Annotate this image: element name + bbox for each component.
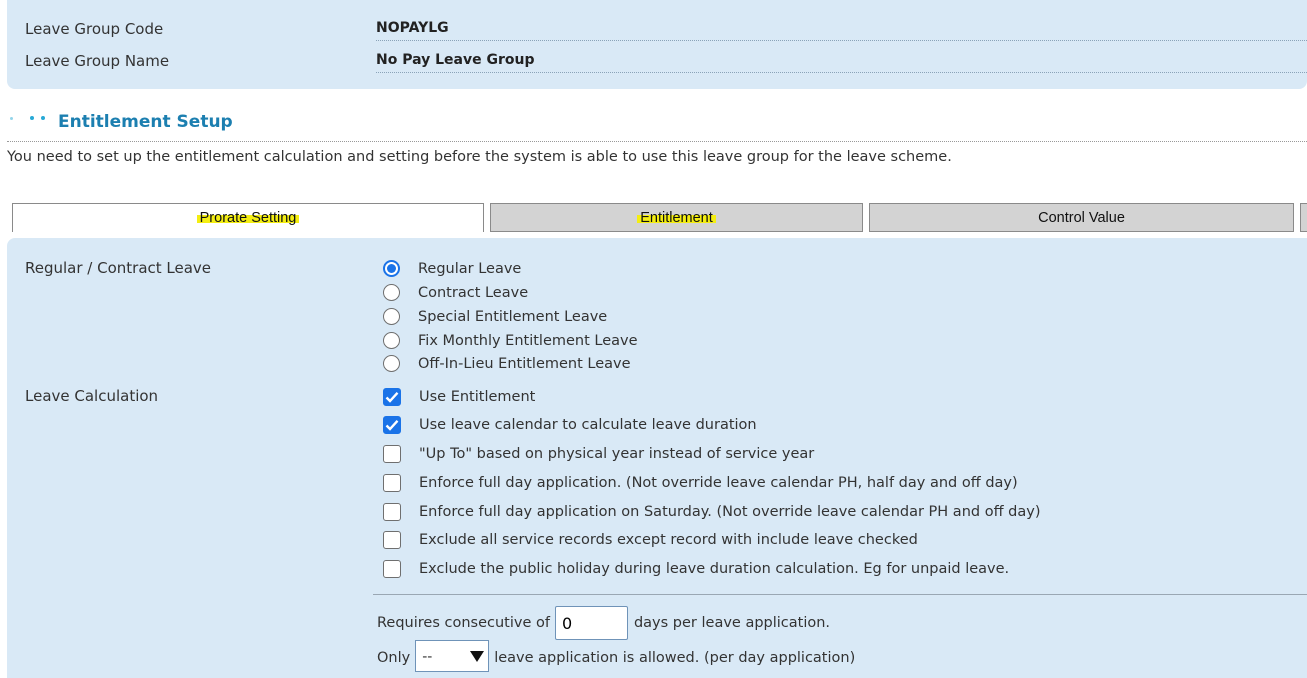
group-name-label: Leave Group Name bbox=[25, 52, 170, 70]
only-prefix: Only bbox=[377, 650, 411, 666]
checkbox-up-to-physical-year[interactable]: "Up To" based on physical year instead o… bbox=[383, 445, 814, 463]
radio-unselected-icon[interactable] bbox=[383, 308, 400, 325]
tab-label: Entitlement bbox=[637, 209, 716, 226]
checkbox-label: "Up To" based on physical year instead o… bbox=[419, 446, 815, 462]
checkbox-label: Use leave calendar to calculate leave du… bbox=[419, 417, 757, 433]
checkbox-checked-icon[interactable] bbox=[383, 388, 401, 406]
radio-special-entitlement-leave[interactable]: Special Entitlement Leave bbox=[383, 308, 607, 325]
tab-overflow[interactable] bbox=[1300, 203, 1307, 232]
radio-label: Contract Leave bbox=[418, 284, 529, 301]
radio-unselected-icon[interactable] bbox=[383, 355, 400, 372]
section-divider bbox=[7, 141, 1307, 142]
checkbox-label: Use Entitlement bbox=[419, 389, 536, 405]
section-title: Entitlement Setup bbox=[58, 112, 233, 132]
radio-contract-leave[interactable]: Contract Leave bbox=[383, 284, 528, 301]
checkbox-unchecked-icon[interactable] bbox=[383, 531, 401, 549]
select-value: -- bbox=[422, 649, 433, 665]
radio-off-in-lieu-entitlement-leave[interactable]: Off-In-Lieu Entitlement Leave bbox=[383, 355, 631, 372]
group-code-label: Leave Group Code bbox=[25, 20, 164, 38]
radio-label: Regular Leave bbox=[418, 260, 522, 277]
checkbox-label: Enforce full day application. (Not overr… bbox=[419, 475, 1018, 491]
checkbox-use-entitlement[interactable]: Use Entitlement bbox=[383, 388, 535, 406]
regular-contract-label: Regular / Contract Leave bbox=[25, 259, 212, 277]
checkbox-exclude-service-records[interactable]: Exclude all service records except recor… bbox=[383, 531, 918, 549]
leave-group-header: Leave Group Code NOPAYLG Leave Group Nam… bbox=[7, 0, 1307, 89]
only-suffix: leave application is allowed. (per day a… bbox=[494, 650, 856, 666]
tab-label: Prorate Setting bbox=[196, 210, 300, 226]
checkbox-use-leave-calendar[interactable]: Use leave calendar to calculate leave du… bbox=[383, 416, 757, 434]
only-application-row: Only -- leave application is allowed. (p… bbox=[377, 640, 855, 672]
radio-label: Off-In-Lieu Entitlement Leave bbox=[418, 355, 631, 372]
radio-unselected-icon[interactable] bbox=[383, 332, 400, 349]
checkbox-label: Enforce full day application on Saturday… bbox=[419, 504, 1041, 520]
checkbox-unchecked-icon[interactable] bbox=[383, 474, 401, 492]
tab-control-value[interactable]: Control Value bbox=[869, 203, 1294, 232]
checkbox-unchecked-icon[interactable] bbox=[383, 445, 401, 463]
radio-label: Special Entitlement Leave bbox=[418, 308, 608, 325]
consecutive-days-input[interactable] bbox=[554, 606, 628, 640]
radio-regular-leave[interactable]: Regular Leave bbox=[383, 260, 521, 277]
group-name-value: No Pay Leave Group bbox=[376, 52, 1307, 73]
radio-label: Fix Monthly Entitlement Leave bbox=[418, 332, 638, 349]
leave-application-count-select[interactable]: -- bbox=[415, 640, 490, 672]
checkbox-label: Exclude the public holiday during leave … bbox=[419, 561, 1010, 577]
checkbox-checked-icon[interactable] bbox=[383, 416, 401, 434]
checkbox-unchecked-icon[interactable] bbox=[383, 560, 401, 578]
checkbox-exclude-public-holiday[interactable]: Exclude the public holiday during leave … bbox=[383, 560, 1009, 578]
dropdown-arrow-icon bbox=[470, 651, 485, 662]
options-divider bbox=[373, 594, 1307, 595]
leave-calculation-label: Leave Calculation bbox=[25, 387, 159, 405]
checkbox-enforce-full-day-saturday[interactable]: Enforce full day application on Saturday… bbox=[383, 503, 1041, 521]
checkbox-unchecked-icon[interactable] bbox=[383, 503, 401, 521]
group-code-value: NOPAYLG bbox=[376, 20, 1307, 41]
radio-unselected-icon[interactable] bbox=[383, 284, 400, 301]
checkbox-enforce-full-day[interactable]: Enforce full day application. (Not overr… bbox=[383, 474, 1018, 492]
tab-label: Control Value bbox=[1038, 209, 1125, 226]
consecutive-suffix: days per leave application. bbox=[633, 615, 831, 631]
consecutive-prefix: Requires consecutive of bbox=[377, 615, 550, 631]
section-intro: You need to set up the entitlement calcu… bbox=[7, 149, 952, 165]
tab-prorate-setting[interactable]: Prorate Setting bbox=[12, 203, 484, 232]
radio-fix-monthly-entitlement-leave[interactable]: Fix Monthly Entitlement Leave bbox=[383, 332, 638, 349]
checkbox-label: Exclude all service records except recor… bbox=[419, 532, 918, 548]
tab-entitlement[interactable]: Entitlement bbox=[490, 203, 863, 232]
radio-selected-icon[interactable] bbox=[383, 260, 400, 277]
consecutive-days-row: Requires consecutive of days per leave a… bbox=[377, 606, 830, 640]
